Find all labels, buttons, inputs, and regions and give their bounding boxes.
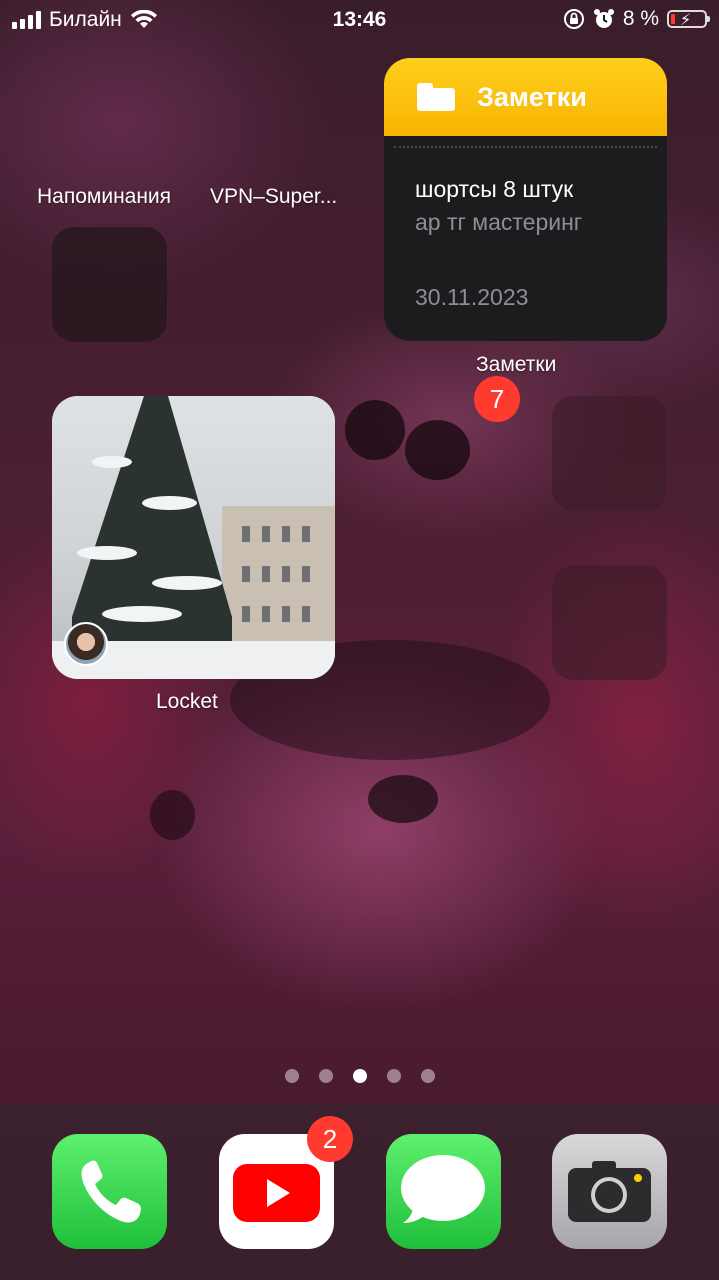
page-dot <box>386 1069 401 1083</box>
orientation-lock-icon <box>563 9 584 29</box>
notes-widget[interactable]: Заметки шортсы 8 штук ар тг мастеринг 30… <box>384 58 667 341</box>
note-preview: ар тг мастеринг <box>415 209 583 235</box>
dotted-divider <box>394 146 657 148</box>
alarm-icon <box>593 9 614 28</box>
note-date: 30.11.2023 <box>415 284 529 310</box>
wallpaper-nose <box>368 775 438 823</box>
phone-icon <box>81 1160 141 1223</box>
page-dot <box>420 1069 435 1083</box>
locket-widget[interactable] <box>52 396 335 679</box>
locket-widget-label: Locket <box>156 690 218 713</box>
avatar <box>64 622 108 666</box>
notes-widget-title: Заметки <box>477 81 587 112</box>
battery-percent: 8 % <box>622 7 659 30</box>
status-bar: Билайн 13:46 8 % ⚡ <box>0 0 719 40</box>
notes-widget-header: Заметки <box>384 58 667 136</box>
photo-snow <box>77 546 137 560</box>
photo-snow <box>142 496 197 510</box>
page-dot <box>284 1069 299 1083</box>
messages-app[interactable] <box>386 1134 501 1249</box>
messages-icon <box>401 1155 485 1223</box>
reminders-label: Напоминания <box>37 185 172 208</box>
camera-icon <box>568 1161 651 1222</box>
photo-snow <box>152 576 222 590</box>
vpn-label: VPN–Super... <box>210 185 338 208</box>
reminders-app-placeholder[interactable] <box>52 227 167 342</box>
wallpaper-eye <box>150 790 195 840</box>
wallpaper-eye <box>405 420 470 480</box>
notification-badge: 7 <box>474 376 520 422</box>
phone-app[interactable] <box>52 1134 167 1249</box>
youtube-notification-badge: 2 <box>307 1116 353 1162</box>
battery-icon: ⚡ <box>667 10 710 29</box>
page-dot-active <box>352 1069 367 1083</box>
app-placeholder[interactable] <box>552 396 667 511</box>
notes-widget-label: Заметки <box>476 353 557 376</box>
wallpaper-eye <box>345 400 405 460</box>
photo-snow <box>92 456 132 468</box>
camera-app[interactable] <box>552 1134 667 1249</box>
page-indicator[interactable] <box>0 1069 719 1083</box>
folder-icon <box>417 83 455 111</box>
photo-snow <box>102 606 182 622</box>
app-placeholder[interactable] <box>552 565 667 680</box>
page-dot <box>318 1069 333 1083</box>
note-title: шортсы 8 штук <box>415 176 574 202</box>
